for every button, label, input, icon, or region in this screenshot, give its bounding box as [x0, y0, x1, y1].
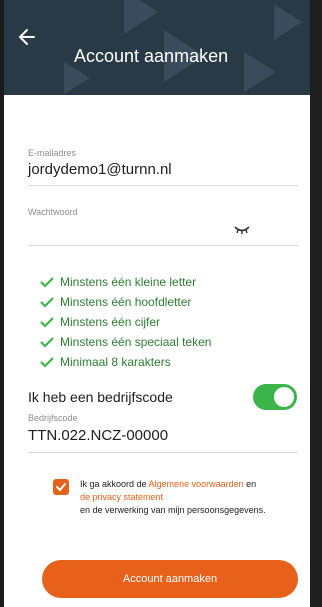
rule-item: Minstens één speciaal teken: [40, 332, 211, 352]
terms-link[interactable]: Algemene voorwaarden: [149, 479, 244, 489]
consent-suffix: en de verwerking van mijn persoonsgegeve…: [80, 505, 266, 515]
rule-item: Minstens één hoofdletter: [40, 292, 211, 312]
consent-text: Ik ga akkoord de Algemene voorwaarden en…: [80, 478, 300, 517]
rule-item: Minstens één cijfer: [40, 312, 211, 332]
rule-label: Minimaal 8 karakters: [60, 355, 171, 369]
rule-item: Minimaal 8 karakters: [40, 352, 211, 372]
password-label: Wachtwoord: [28, 207, 78, 217]
privacy-link[interactable]: de privacy statement: [80, 492, 163, 502]
consent-and: en: [243, 479, 257, 489]
rule-label: Minstens één cijfer: [60, 315, 161, 329]
password-underline: [28, 245, 298, 246]
rule-label: Minstens één kleine letter: [60, 275, 197, 289]
password-visibility-toggle[interactable]: [233, 222, 251, 234]
check-icon: [40, 317, 54, 328]
rule-label: Minstens één hoofdletter: [60, 295, 192, 309]
email-underline: [28, 185, 298, 186]
page-title: Account aanmaken: [74, 46, 229, 66]
check-icon: [40, 297, 54, 308]
checkmark-icon: [56, 483, 66, 492]
decor-triangle: [244, 52, 276, 92]
password-field[interactable]: [28, 221, 228, 239]
check-icon: [40, 277, 54, 288]
email-label: E-mailadres: [28, 148, 77, 158]
password-rules: Minstens één kleine letter Minstens één …: [40, 272, 211, 372]
eye-closed-icon: [234, 226, 250, 234]
check-icon: [40, 357, 54, 368]
app-header: Account aanmaken: [4, 0, 310, 95]
screen: Account aanmaken E-mailadres jordydemo1@…: [0, 0, 322, 607]
right-edge: [310, 0, 322, 607]
rule-label: Minstens één speciaal teken: [60, 335, 212, 349]
consent-checkbox[interactable]: [53, 479, 69, 495]
check-icon: [40, 337, 54, 348]
company-code-field[interactable]: TTN.022.NCZ-00000: [28, 427, 168, 444]
toggle-knob: [274, 387, 294, 407]
company-code-toggle[interactable]: [253, 384, 297, 410]
decor-triangle: [124, 0, 158, 34]
consent-prefix: Ik ga akkoord de: [80, 479, 149, 489]
create-account-button[interactable]: Account aanmaken: [42, 560, 298, 598]
decor-triangle: [274, 4, 302, 40]
email-field[interactable]: jordydemo1@turnn.nl: [28, 161, 172, 178]
company-code-toggle-label: Ik heb een bedrijfscode: [28, 389, 173, 405]
signup-form: E-mailadres jordydemo1@turnn.nl Wachtwoo…: [4, 95, 310, 607]
company-code-label: Bedrijfscode: [28, 413, 78, 423]
back-button[interactable]: [16, 26, 38, 48]
arrow-left-icon: [19, 29, 35, 45]
rule-item: Minstens één kleine letter: [40, 272, 211, 292]
company-code-underline: [28, 452, 298, 453]
